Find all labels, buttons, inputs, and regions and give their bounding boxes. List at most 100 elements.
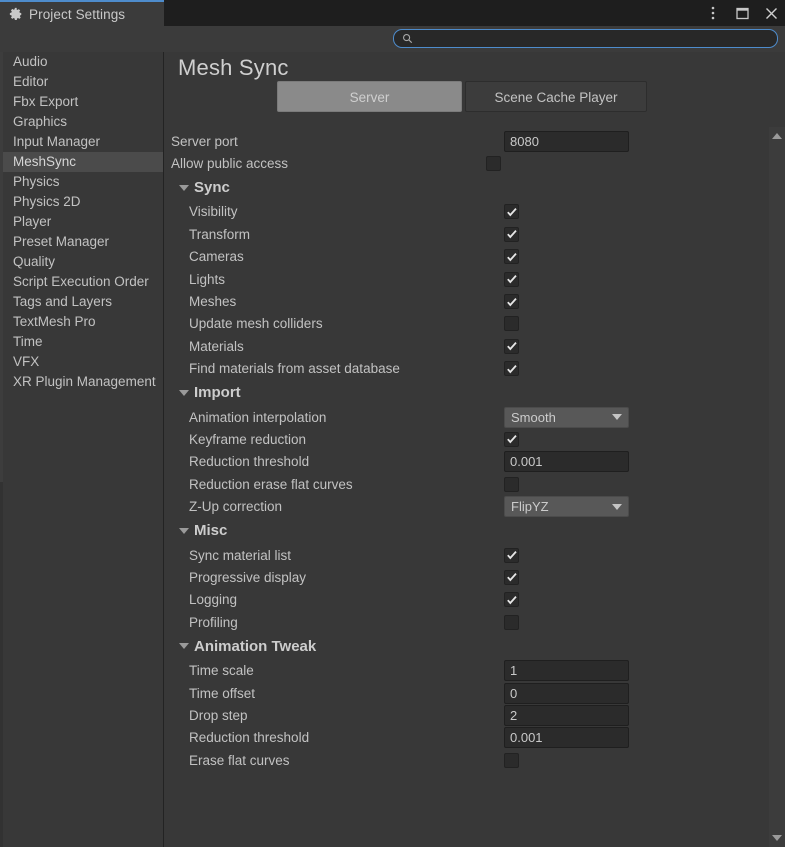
settings-row-z-up-correction: Z-Up correctionFlipYZ — [165, 495, 765, 517]
row-label: Drop step — [189, 708, 248, 723]
settings-content: Server port 8080Allow public access Sync Vi… — [165, 130, 765, 847]
sidebar-item-editor[interactable]: Editor — [0, 72, 163, 92]
tab-server[interactable]: Server — [277, 81, 462, 112]
page-title: Mesh Sync — [178, 55, 289, 81]
settings-row-drop-step: Drop step 2 — [165, 704, 765, 726]
checkbox-erase-flat-curves[interactable] — [504, 753, 519, 768]
sidebar-item-quality[interactable]: Quality — [0, 252, 163, 272]
row-label: Profiling — [189, 615, 238, 630]
sidebar-item-label: XR Plugin Management — [13, 374, 156, 389]
sidebar-item-label: Script Execution Order — [13, 274, 149, 289]
row-control — [504, 570, 519, 585]
content-scrollbar[interactable] — [769, 127, 785, 847]
checkbox-transform[interactable] — [504, 227, 519, 242]
input-time-offset[interactable]: 0 — [504, 683, 629, 704]
foldout-misc[interactable]: Misc — [179, 522, 227, 539]
row-label: Time scale — [189, 663, 254, 678]
project-settings-window: Project Settings — [0, 0, 785, 847]
sidebar-item-physics[interactable]: Physics — [0, 172, 163, 192]
tab-label: Server — [350, 90, 390, 105]
input-time-scale[interactable]: 1 — [504, 660, 629, 681]
sidebar-item-player[interactable]: Player — [0, 212, 163, 232]
search-bar-row — [0, 26, 785, 52]
checkbox-profiling[interactable] — [504, 615, 519, 630]
dropdown-value: Smooth — [511, 410, 612, 425]
checkbox-materials[interactable] — [504, 339, 519, 354]
checkbox-visibility[interactable] — [504, 204, 519, 219]
sidebar-item-audio[interactable]: Audio — [0, 52, 163, 72]
input-drop-step[interactable]: 2 — [504, 705, 629, 726]
window-tab-project-settings[interactable]: Project Settings — [0, 0, 164, 26]
sidebar-item-textmesh-pro[interactable]: TextMesh Pro — [0, 312, 163, 332]
checkbox-logging[interactable] — [504, 592, 519, 607]
sidebar-item-time[interactable]: Time — [0, 332, 163, 352]
row-label: Time offset — [189, 686, 255, 701]
row-label: Reduction threshold — [189, 454, 309, 469]
settings-row-server-port: Server port 8080 — [165, 130, 765, 152]
row-label: Visibility — [189, 204, 238, 219]
sidebar-item-script-execution-order[interactable]: Script Execution Order — [0, 272, 163, 292]
dropdown-animation-interpolation[interactable]: Smooth — [504, 407, 629, 428]
settings-row-update-mesh-colliders: Update mesh colliders — [165, 313, 765, 335]
sidebar-item-preset-manager[interactable]: Preset Manager — [0, 232, 163, 252]
row-label: Update mesh colliders — [189, 316, 323, 331]
maximize-icon[interactable] — [734, 5, 750, 21]
dropdown-z-up-correction[interactable]: FlipYZ — [504, 496, 629, 517]
settings-row-allow-public-access: Allow public access — [165, 152, 765, 174]
tab-scene-cache-player[interactable]: Scene Cache Player — [465, 81, 647, 112]
settings-row-profiling: Profiling — [165, 611, 765, 633]
checkbox-cameras[interactable] — [504, 249, 519, 264]
gear-icon — [9, 7, 23, 21]
kebab-menu-icon[interactable] — [705, 5, 721, 21]
search-icon — [402, 33, 413, 44]
row-control: 0 — [504, 683, 629, 704]
checkbox-update-mesh-colliders[interactable] — [504, 316, 519, 331]
dropdown-value: FlipYZ — [511, 499, 612, 514]
row-control — [504, 592, 519, 607]
sidebar-item-label: Editor — [13, 74, 48, 89]
foldout-import[interactable]: Import — [179, 384, 241, 401]
sidebar-item-graphics[interactable]: Graphics — [0, 112, 163, 132]
sidebar-item-xr-plugin-management[interactable]: XR Plugin Management — [0, 372, 163, 392]
sidebar-item-label: Tags and Layers — [13, 294, 112, 309]
sidebar-item-physics-2d[interactable]: Physics 2D — [0, 192, 163, 212]
checkbox-allow-public-access[interactable] — [486, 156, 501, 171]
section-foldout-import: Import — [165, 380, 765, 406]
foldout-animation-tweak[interactable]: Animation Tweak — [179, 638, 316, 655]
checkbox-progressive-display[interactable] — [504, 570, 519, 585]
section-foldout-sync: Sync — [165, 175, 765, 201]
sidebar-scrollbar[interactable] — [0, 52, 3, 847]
sidebar-item-meshsync[interactable]: MeshSync — [0, 152, 163, 172]
sidebar-item-label: Physics — [13, 174, 60, 189]
chevron-down-icon — [612, 414, 622, 420]
scroll-up-arrow-icon[interactable] — [772, 133, 782, 139]
row-label: Transform — [189, 227, 250, 242]
search-field[interactable] — [393, 29, 778, 48]
scroll-down-arrow-icon[interactable] — [772, 835, 782, 841]
settings-row-keyframe-reduction: Keyframe reduction — [165, 428, 765, 450]
checkbox-lights[interactable] — [504, 272, 519, 287]
sidebar-item-tags-and-layers[interactable]: Tags and Layers — [0, 292, 163, 312]
checkbox-meshes[interactable] — [504, 294, 519, 309]
sidebar-item-fbx-export[interactable]: Fbx Export — [0, 92, 163, 112]
sidebar-item-label: VFX — [13, 354, 39, 369]
row-label: Keyframe reduction — [189, 432, 306, 447]
settings-row-visibility: Visibility — [165, 201, 765, 223]
foldout-sync[interactable]: Sync — [179, 179, 230, 196]
row-label: Server port — [171, 134, 238, 149]
input-reduction-threshold[interactable]: 0.001 — [504, 451, 629, 472]
checkbox-find-materials-from-asset-database[interactable] — [504, 361, 519, 376]
checkbox-keyframe-reduction[interactable] — [504, 432, 519, 447]
checkbox-reduction-erase-flat-curves[interactable] — [504, 477, 519, 492]
sidebar-item-label: Audio — [13, 54, 48, 69]
input-reduction-threshold[interactable]: 0.001 — [504, 727, 629, 748]
input-server-port[interactable]: 8080 — [504, 131, 629, 152]
search-input[interactable] — [418, 33, 758, 45]
sidebar-item-vfx[interactable]: VFX — [0, 352, 163, 372]
checkbox-sync-material-list[interactable] — [504, 548, 519, 563]
close-icon[interactable] — [763, 5, 779, 21]
settings-row-time-offset: Time offset 0 — [165, 682, 765, 704]
sidebar-item-input-manager[interactable]: Input Manager — [0, 132, 163, 152]
chevron-down-icon — [612, 504, 622, 510]
sidebar-scrollbar-thumb[interactable] — [0, 52, 3, 482]
